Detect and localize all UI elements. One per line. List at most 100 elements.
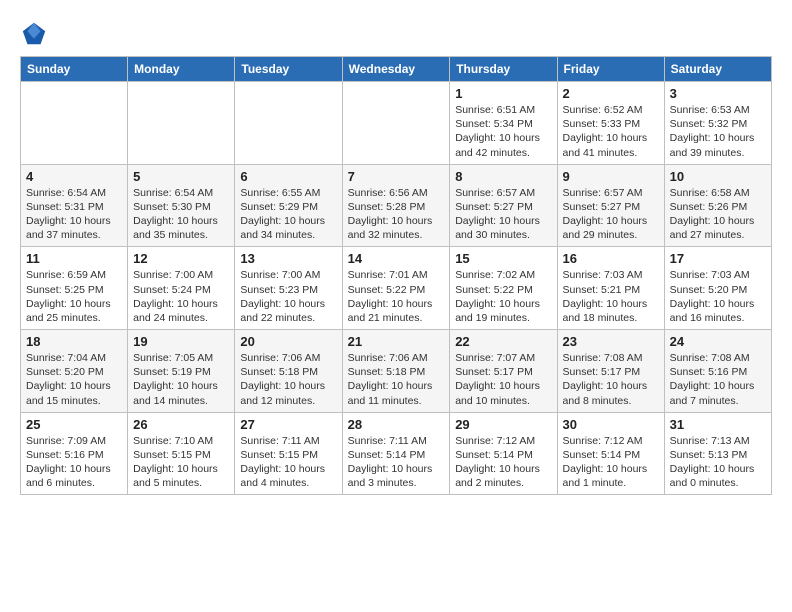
calendar-cell: 29Sunrise: 7:12 AM Sunset: 5:14 PM Dayli… (450, 412, 557, 495)
calendar-week-row: 25 Sunrise: 7:09 AM Sunset: 5:16 PM Dayli… (21, 412, 772, 495)
day-info: Sunrise: 7:11 AM Sunset: 5:15 PM Dayligh… (240, 434, 336, 491)
calendar-cell (21, 82, 128, 165)
calendar-cell: 30 Sunrise: 7:12 AM Sunset: 5:14 PM Dayli… (557, 412, 664, 495)
day-info: Sunrise: 6:55 AM Sunset: 5:29 PM Dayligh… (240, 186, 336, 243)
col-header-sunday: Sunday (21, 57, 128, 82)
calendar-cell (128, 82, 235, 165)
calendar-week-row: 1 Sunrise: 6:51 AM Sunset: 5:34 PM Daylig… (21, 82, 772, 165)
day-number: 30 (563, 417, 659, 432)
calendar-week-row: 11Sunrise: 6:59 AM Sunset: 5:25 PM Dayli… (21, 247, 772, 330)
calendar-cell: 24 Sunrise: 7:08 AM Sunset: 5:16 PM Dayli… (664, 330, 771, 413)
day-info: Sunrise: 6:51 AM Sunset: 5:34 PM Dayligh… (455, 103, 551, 160)
day-number: 18 (26, 334, 122, 349)
calendar-cell: 27 Sunrise: 7:11 AM Sunset: 5:15 PM Dayli… (235, 412, 342, 495)
day-info: Sunrise: 6:54 AM Sunset: 5:30 PM Dayligh… (133, 186, 229, 243)
day-info: Sunrise: 7:04 AM Sunset: 5:20 PM Dayligh… (26, 351, 122, 408)
day-number: 27 (240, 417, 336, 432)
col-header-wednesday: Wednesday (342, 57, 450, 82)
calendar-cell: 28Sunrise: 7:11 AM Sunset: 5:14 PM Dayli… (342, 412, 450, 495)
day-info: Sunrise: 7:08 AM Sunset: 5:16 PM Dayligh… (670, 351, 766, 408)
calendar-cell (235, 82, 342, 165)
calendar-cell: 23 Sunrise: 7:08 AM Sunset: 5:17 PM Dayli… (557, 330, 664, 413)
day-number: 22 (455, 334, 551, 349)
calendar-cell: 25 Sunrise: 7:09 AM Sunset: 5:16 PM Dayli… (21, 412, 128, 495)
calendar-week-row: 4 Sunrise: 6:54 AM Sunset: 5:31 PM Daylig… (21, 164, 772, 247)
day-info: Sunrise: 6:52 AM Sunset: 5:33 PM Dayligh… (563, 103, 659, 160)
day-info: Sunrise: 6:56 AM Sunset: 5:28 PM Dayligh… (348, 186, 445, 243)
day-number: 23 (563, 334, 659, 349)
calendar-cell: 1 Sunrise: 6:51 AM Sunset: 5:34 PM Daylig… (450, 82, 557, 165)
calendar-cell: 22Sunrise: 7:07 AM Sunset: 5:17 PM Dayli… (450, 330, 557, 413)
day-info: Sunrise: 7:12 AM Sunset: 5:14 PM Dayligh… (455, 434, 551, 491)
calendar-cell: 17 Sunrise: 7:03 AM Sunset: 5:20 PM Dayli… (664, 247, 771, 330)
day-number: 9 (563, 169, 659, 184)
day-info: Sunrise: 6:53 AM Sunset: 5:32 PM Dayligh… (670, 103, 766, 160)
day-number: 31 (670, 417, 766, 432)
day-number: 24 (670, 334, 766, 349)
day-number: 13 (240, 251, 336, 266)
day-info: Sunrise: 7:00 AM Sunset: 5:23 PM Dayligh… (240, 268, 336, 325)
col-header-saturday: Saturday (664, 57, 771, 82)
calendar-cell: 4 Sunrise: 6:54 AM Sunset: 5:31 PM Daylig… (21, 164, 128, 247)
calendar-cell: 16 Sunrise: 7:03 AM Sunset: 5:21 PM Dayli… (557, 247, 664, 330)
calendar-cell: 5 Sunrise: 6:54 AM Sunset: 5:30 PM Daylig… (128, 164, 235, 247)
day-info: Sunrise: 7:00 AM Sunset: 5:24 PM Dayligh… (133, 268, 229, 325)
day-info: Sunrise: 7:08 AM Sunset: 5:17 PM Dayligh… (563, 351, 659, 408)
calendar-cell: 10 Sunrise: 6:58 AM Sunset: 5:26 PM Dayli… (664, 164, 771, 247)
day-number: 28 (348, 417, 445, 432)
logo (20, 20, 52, 48)
calendar-cell: 2 Sunrise: 6:52 AM Sunset: 5:33 PM Daylig… (557, 82, 664, 165)
logo-icon (20, 20, 48, 48)
calendar-cell: 18 Sunrise: 7:04 AM Sunset: 5:20 PM Dayli… (21, 330, 128, 413)
day-number: 25 (26, 417, 122, 432)
day-number: 19 (133, 334, 229, 349)
day-number: 4 (26, 169, 122, 184)
day-info: Sunrise: 7:03 AM Sunset: 5:21 PM Dayligh… (563, 268, 659, 325)
page-header (20, 20, 772, 48)
calendar-cell: 26 Sunrise: 7:10 AM Sunset: 5:15 PM Dayli… (128, 412, 235, 495)
calendar-cell: 7 Sunrise: 6:56 AM Sunset: 5:28 PM Daylig… (342, 164, 450, 247)
calendar-week-row: 18 Sunrise: 7:04 AM Sunset: 5:20 PM Dayli… (21, 330, 772, 413)
day-number: 10 (670, 169, 766, 184)
calendar-cell: 14 Sunrise: 7:01 AM Sunset: 5:22 PM Dayli… (342, 247, 450, 330)
day-number: 1 (455, 86, 551, 101)
day-number: 21 (348, 334, 445, 349)
day-number: 5 (133, 169, 229, 184)
day-number: 26 (133, 417, 229, 432)
day-number: 14 (348, 251, 445, 266)
day-number: 8 (455, 169, 551, 184)
day-info: Sunrise: 7:13 AM Sunset: 5:13 PM Dayligh… (670, 434, 766, 491)
calendar-cell (342, 82, 450, 165)
day-info: Sunrise: 6:57 AM Sunset: 5:27 PM Dayligh… (455, 186, 551, 243)
col-header-thursday: Thursday (450, 57, 557, 82)
day-number: 15 (455, 251, 551, 266)
day-info: Sunrise: 7:01 AM Sunset: 5:22 PM Dayligh… (348, 268, 445, 325)
day-number: 2 (563, 86, 659, 101)
day-info: Sunrise: 7:10 AM Sunset: 5:15 PM Dayligh… (133, 434, 229, 491)
col-header-tuesday: Tuesday (235, 57, 342, 82)
calendar-cell: 12 Sunrise: 7:00 AM Sunset: 5:24 PM Dayli… (128, 247, 235, 330)
day-number: 7 (348, 169, 445, 184)
day-info: Sunrise: 7:06 AM Sunset: 5:18 PM Dayligh… (240, 351, 336, 408)
day-number: 20 (240, 334, 336, 349)
day-number: 16 (563, 251, 659, 266)
day-info: Sunrise: 6:58 AM Sunset: 5:26 PM Dayligh… (670, 186, 766, 243)
calendar-cell: 21 Sunrise: 7:06 AM Sunset: 5:18 PM Dayli… (342, 330, 450, 413)
col-header-friday: Friday (557, 57, 664, 82)
day-info: Sunrise: 6:57 AM Sunset: 5:27 PM Dayligh… (563, 186, 659, 243)
day-info: Sunrise: 6:54 AM Sunset: 5:31 PM Dayligh… (26, 186, 122, 243)
calendar-header-row: SundayMondayTuesdayWednesdayThursdayFrid… (21, 57, 772, 82)
calendar-cell: 11Sunrise: 6:59 AM Sunset: 5:25 PM Dayli… (21, 247, 128, 330)
day-info: Sunrise: 7:06 AM Sunset: 5:18 PM Dayligh… (348, 351, 445, 408)
calendar-cell: 31 Sunrise: 7:13 AM Sunset: 5:13 PM Dayli… (664, 412, 771, 495)
day-info: Sunrise: 7:09 AM Sunset: 5:16 PM Dayligh… (26, 434, 122, 491)
day-number: 6 (240, 169, 336, 184)
day-number: 17 (670, 251, 766, 266)
calendar-cell: 8 Sunrise: 6:57 AM Sunset: 5:27 PM Daylig… (450, 164, 557, 247)
calendar-cell: 19Sunrise: 7:05 AM Sunset: 5:19 PM Dayli… (128, 330, 235, 413)
col-header-monday: Monday (128, 57, 235, 82)
day-info: Sunrise: 7:12 AM Sunset: 5:14 PM Dayligh… (563, 434, 659, 491)
day-info: Sunrise: 7:03 AM Sunset: 5:20 PM Dayligh… (670, 268, 766, 325)
day-number: 3 (670, 86, 766, 101)
day-number: 12 (133, 251, 229, 266)
